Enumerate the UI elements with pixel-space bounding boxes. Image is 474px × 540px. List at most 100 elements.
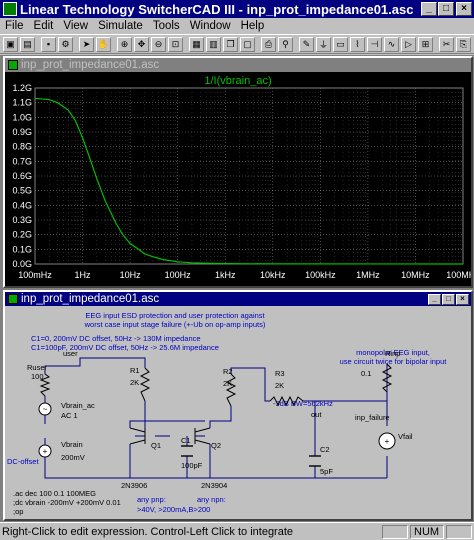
note-mono2[interactable]: use circuit twice for bipolar input: [340, 357, 448, 366]
x-tick-label[interactable]: 10MHz: [401, 270, 430, 280]
label-rinp-val[interactable]: 0.1: [361, 369, 371, 378]
schematic-canvas[interactable]: EEG input ESD protection and user protec…: [5, 306, 471, 519]
label-user-net[interactable]: user: [63, 349, 78, 358]
label-r2-val[interactable]: 2K: [223, 379, 232, 388]
menu-edit[interactable]: Edit: [29, 20, 59, 32]
y-tick-label[interactable]: 0.5G: [12, 186, 32, 196]
waveform-plot[interactable]: 1.2G 1.1G 1.0G 0.9G 0.8G 0.7G 0.6G 0.5G 0.4G 0.3G…: [5, 72, 471, 286]
label-vbrain-ac[interactable]: Vbrain_ac: [61, 401, 95, 410]
menu-tools[interactable]: Tools: [148, 20, 185, 32]
note-bw[interactable]: -3dB BW=562kHz: [273, 399, 333, 408]
y-tick-label[interactable]: 0.4G: [12, 200, 32, 210]
open-folder-icon[interactable]: ▤: [20, 36, 35, 52]
y-tick-label[interactable]: 0.2G: [12, 230, 32, 240]
label-vfail[interactable]: Vfail: [398, 432, 413, 441]
label-vbrain-ac-val[interactable]: AC 1: [61, 411, 78, 420]
y-tick-label[interactable]: 0.6G: [12, 171, 32, 181]
print-icon[interactable]: ⎙: [261, 36, 276, 52]
op-directive[interactable]: ;op: [13, 507, 23, 516]
schematic-maximize-button[interactable]: □: [442, 293, 455, 305]
zoom-out-icon[interactable]: ⊖: [151, 36, 166, 52]
x-tick-label[interactable]: 1MHz: [356, 270, 380, 280]
menu-file[interactable]: File: [0, 20, 29, 32]
note-npn[interactable]: any npn:: [197, 495, 226, 504]
label-q2[interactable]: Q2: [211, 441, 221, 450]
note-pnp[interactable]: any pnp:: [137, 495, 166, 504]
label-r3[interactable]: R3: [275, 369, 285, 378]
label-r3-val[interactable]: 2K: [275, 381, 284, 390]
label-r2[interactable]: R2: [223, 367, 233, 376]
y-tick-label[interactable]: 0.0G: [12, 259, 32, 269]
pan-icon[interactable]: ✥: [134, 36, 149, 52]
x-tick-label[interactable]: 10Hz: [120, 270, 142, 280]
x-tick-label[interactable]: 10kHz: [260, 270, 286, 280]
tile-icon[interactable]: ▥: [206, 36, 221, 52]
resistor-icon[interactable]: ⌇: [350, 36, 365, 52]
cascade-icon[interactable]: ❐: [223, 36, 238, 52]
new-schematic-icon[interactable]: ▣: [3, 36, 18, 52]
x-tick-label[interactable]: 100Hz: [165, 270, 192, 280]
trace-label[interactable]: 1/I(vbrain_ac): [204, 75, 271, 87]
y-tick-label[interactable]: 0.8G: [12, 142, 32, 152]
inductor-icon[interactable]: ∿: [384, 36, 399, 52]
label-ruser[interactable]: Ruser: [27, 363, 48, 372]
menu-window[interactable]: Window: [185, 20, 236, 32]
label-q2-part[interactable]: 2N3904: [201, 481, 227, 490]
menu-simulate[interactable]: Simulate: [93, 20, 148, 32]
label-c1-val[interactable]: 100pF: [181, 461, 203, 470]
label-r1[interactable]: R1: [130, 366, 140, 375]
plot-window-title-bar[interactable]: inp_prot_impedance01.asc: [5, 58, 471, 72]
zoom-fit-icon[interactable]: ⊡: [168, 36, 183, 52]
y-tick-label[interactable]: 1.1G: [12, 98, 32, 108]
plot-window[interactable]: inp_prot_impedance01.asc 1.2G 1.1G 1.0G 0.9…: [3, 56, 473, 288]
maximize-button[interactable]: □: [438, 2, 454, 16]
schematic-close-button[interactable]: ×: [456, 293, 469, 305]
y-tick-label[interactable]: 0.9G: [12, 127, 32, 137]
schematic-minimize-button[interactable]: _: [428, 293, 441, 305]
resistors[interactable]: [39, 363, 393, 407]
label-vbrain-val[interactable]: 200mV: [61, 453, 85, 462]
wire-icon[interactable]: ✎: [299, 36, 314, 52]
close-button[interactable]: ×: [456, 2, 472, 16]
schematic-window[interactable]: inp_prot_impedance01.asc _ □ × EEG input…: [3, 290, 473, 521]
find-icon[interactable]: ⚲: [278, 36, 293, 52]
label-icon[interactable]: ▭: [333, 36, 348, 52]
component-icon[interactable]: ⊞: [418, 36, 433, 52]
label-c2-val[interactable]: 5pF: [320, 467, 333, 476]
label-q1-part[interactable]: 2N3906: [121, 481, 147, 490]
save-icon[interactable]: ▪: [41, 36, 56, 52]
note-c1-a[interactable]: C1=0, 200mV DC offset, 50Hz -> 130M impe…: [31, 334, 201, 343]
label-vbrain[interactable]: Vbrain: [61, 440, 83, 449]
dc-directive[interactable]: ;dc vbrain -200mV +200mV 0.01: [13, 498, 121, 507]
y-tick-label[interactable]: 0.7G: [12, 156, 32, 166]
ground-icon[interactable]: ⏚: [316, 36, 331, 52]
halt-icon[interactable]: ✋: [96, 36, 111, 52]
menu-help[interactable]: Help: [236, 20, 270, 32]
copy-icon[interactable]: ⎘: [456, 36, 471, 52]
label-dc-offset[interactable]: DC-offset: [7, 457, 39, 466]
label-c1[interactable]: C1: [181, 436, 191, 445]
ac-directive[interactable]: .ac dec 100 0.1 100MEG: [13, 489, 96, 498]
menu-view[interactable]: View: [58, 20, 93, 32]
y-tick-label[interactable]: 1.2G: [12, 83, 32, 93]
label-out-net[interactable]: out: [311, 410, 322, 419]
label-rinp[interactable]: Rinp: [385, 349, 400, 358]
label-q1[interactable]: Q1: [151, 441, 161, 450]
x-tick-label[interactable]: 100kHz: [305, 270, 336, 280]
label-r1-val[interactable]: 2K: [130, 378, 139, 387]
diode-icon[interactable]: ▷: [401, 36, 416, 52]
y-tick-label[interactable]: 1.0G: [12, 112, 32, 122]
control-panel-icon[interactable]: ⚙: [58, 36, 73, 52]
label-inp-failure[interactable]: inp_failure: [355, 413, 390, 422]
note-header1[interactable]: EEG input ESD protection and user protec…: [85, 311, 265, 320]
capacitor-icon[interactable]: ⊣: [367, 36, 382, 52]
minimize-button[interactable]: _: [421, 2, 437, 16]
autorange-icon[interactable]: ▦: [189, 36, 204, 52]
x-tick-label[interactable]: 1Hz: [75, 270, 92, 280]
note-c1-b[interactable]: C1=100pF, 200mV DC offset, 50Hz -> 25.6M…: [31, 343, 219, 352]
schematic-window-title-bar[interactable]: inp_prot_impedance01.asc _ □ ×: [5, 292, 471, 306]
x-tick-label[interactable]: 100mHz: [18, 270, 52, 280]
note-limits[interactable]: >40V, >200mA,B>200: [137, 505, 210, 514]
app-icon[interactable]: [3, 2, 17, 16]
y-tick-label[interactable]: 0.1G: [12, 244, 32, 254]
